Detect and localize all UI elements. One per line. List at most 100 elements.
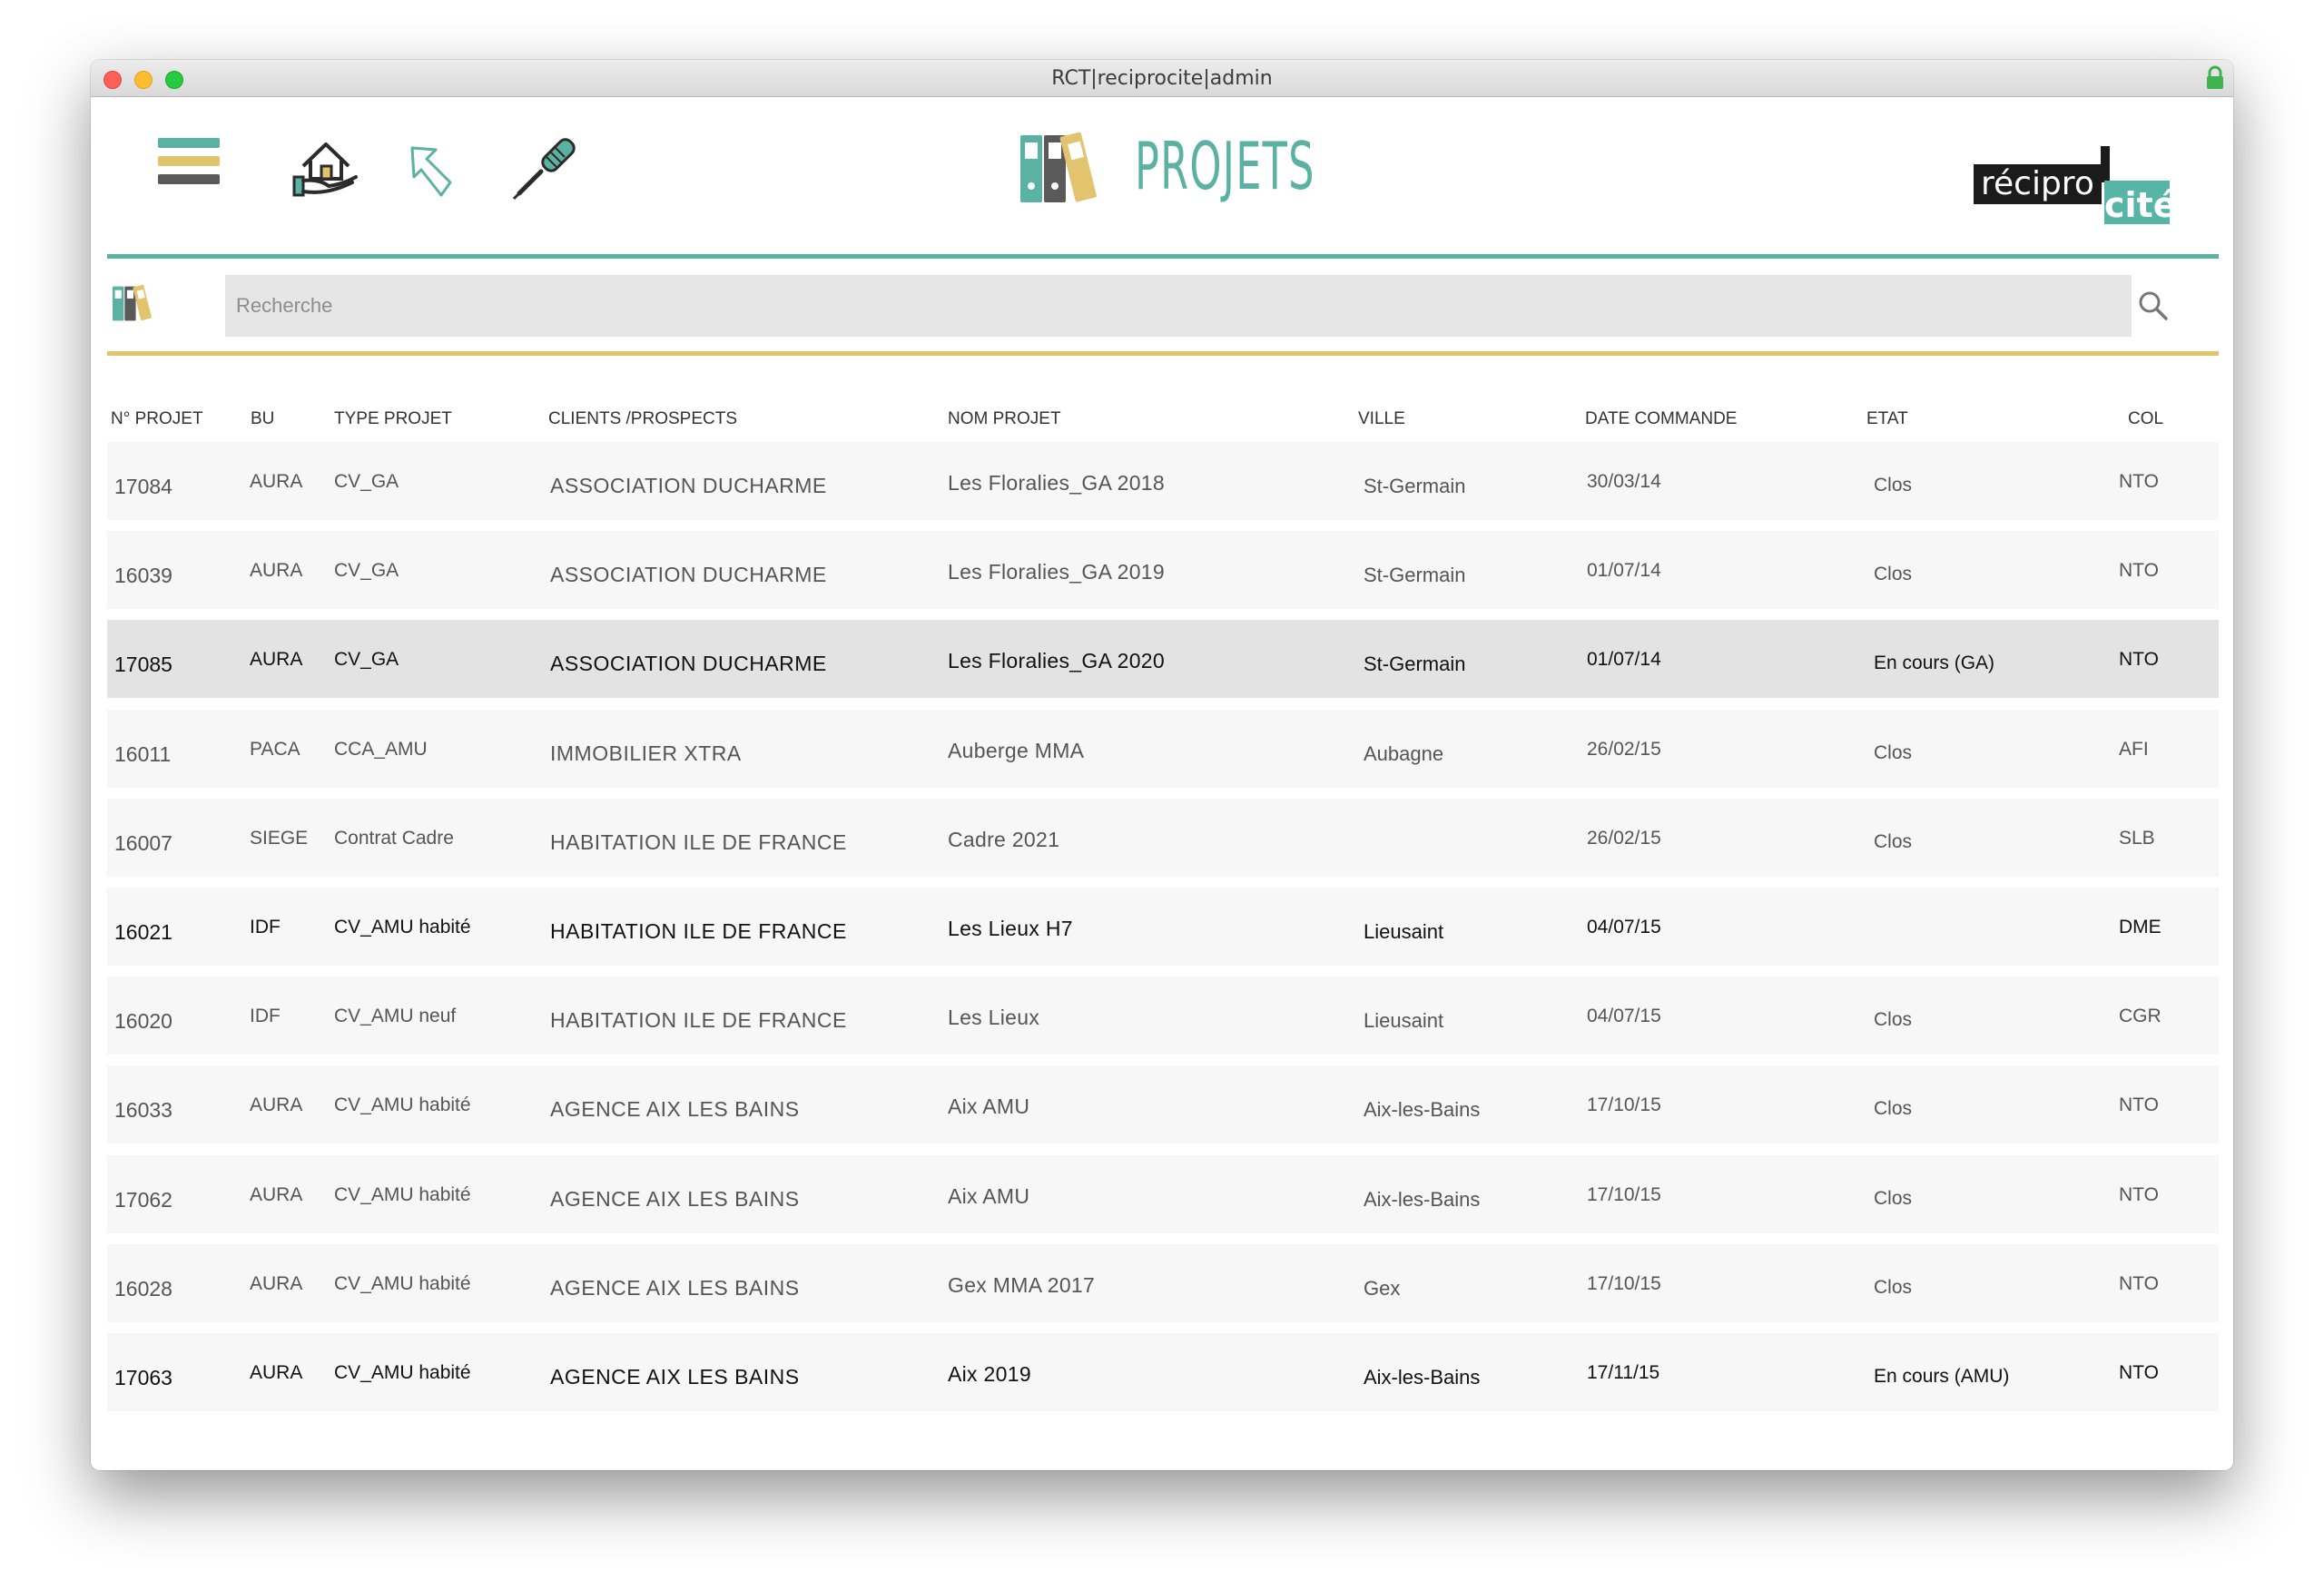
cell-order-date: 17/10/15 — [1587, 1272, 1661, 1294]
table-row[interactable]: 16020 IDF CV_AMU neuf HABITATION ILE DE FRA… — [107, 977, 2219, 1055]
cell-project-type: CV_AMU habité — [334, 1094, 471, 1116]
cell-collaborator: NTO — [2119, 649, 2159, 671]
cell-client-name: ASSOCIATION DUCHARME — [550, 652, 827, 676]
menu-icon[interactable] — [158, 138, 220, 185]
table-row[interactable]: 17062 AURA CV_AMU habité AGENCE AIX LES BAI… — [107, 1154, 2219, 1233]
cell-project-type: CV_GA — [334, 560, 399, 582]
cell-project-number: 17084 — [114, 475, 172, 498]
cell-client-name: IMMOBILIER XTRA — [550, 741, 742, 765]
cell-order-date: 04/07/15 — [1587, 1006, 1661, 1027]
cell-project-number: 17085 — [114, 653, 172, 677]
back-arrow-icon[interactable] — [409, 142, 459, 201]
cell-project-number: 16011 — [114, 741, 172, 766]
table-row[interactable]: 17085 AURA CV_GA ASSOCIATION DUCHARME Les Fl… — [107, 620, 2219, 699]
cell-city: Aix-les-Bains — [1364, 1098, 1481, 1122]
cell-order-date: 01/07/14 — [1587, 560, 1661, 582]
column-header-nom[interactable]: NOM PROJET — [948, 409, 1061, 429]
cell-business-unit: IDF — [250, 917, 281, 937]
cell-business-unit: AURA — [250, 1183, 303, 1205]
cell-business-unit: PACA — [250, 738, 300, 760]
cell-collaborator: NTO — [2119, 1094, 2159, 1116]
table-row[interactable]: 16039 AURA CV_GA ASSOCIATION DUCHARME Les Fl… — [107, 531, 2219, 610]
window-title: RCT|reciprocite|admin — [1051, 67, 1273, 90]
cell-city: Lieusaint — [1364, 920, 1444, 943]
cell-client-name: HABITATION ILE DE FRANCE — [550, 829, 847, 854]
cell-project-name: Auberge MMA — [948, 738, 1085, 762]
page-title: PROJETS — [1135, 128, 1315, 204]
cell-project-number: 16021 — [114, 920, 172, 944]
cell-city: Gex — [1364, 1276, 1401, 1300]
cell-city: Aix-les-Bains — [1364, 1187, 1481, 1211]
search-input[interactable] — [225, 275, 2132, 337]
cell-project-type: CV_AMU habité — [334, 1362, 471, 1383]
cell-business-unit: AURA — [250, 1094, 303, 1116]
cell-city: Aix-les-Bains — [1364, 1366, 1481, 1389]
cell-city: St-Germain — [1364, 653, 1466, 676]
cell-status: Clos — [1874, 830, 1913, 852]
column-header-client[interactable]: CLIENTS /PROSPECTS — [548, 409, 737, 429]
table-row[interactable]: 16028 AURA CV_AMU habité AGENCE AIX LES BAI… — [107, 1243, 2219, 1322]
table-row[interactable]: 17084 AURA CV_GA ASSOCIATION DUCHARME Les Fl… — [107, 442, 2219, 520]
cell-status: Clos — [1874, 564, 1913, 585]
cell-project-type: CV_AMU habité — [334, 1272, 471, 1294]
cell-project-name: Les Floralies_GA 2020 — [948, 649, 1165, 673]
cell-client-name: AGENCE AIX LES BAINS — [550, 1365, 800, 1389]
cell-project-number: 16028 — [114, 1276, 172, 1300]
cell-project-name: Les Lieux — [948, 1006, 1040, 1030]
cell-project-type: CV_GA — [334, 471, 399, 492]
cell-order-date: 17/10/15 — [1587, 1183, 1661, 1205]
cell-client-name: ASSOCIATION DUCHARME — [550, 474, 827, 497]
cell-collaborator: NTO — [2119, 1272, 2159, 1294]
cell-status: Clos — [1874, 1098, 1913, 1120]
cell-city: Aubagne — [1364, 741, 1444, 765]
column-header-type[interactable]: TYPE PROJET — [334, 409, 452, 429]
column-header-bu[interactable]: BU — [251, 409, 274, 429]
cell-client-name: HABITATION ILE DE FRANCE — [550, 1008, 847, 1033]
cell-project-name: Aix 2019 — [948, 1362, 1031, 1386]
cell-business-unit: IDF — [250, 1006, 281, 1027]
cell-project-name: Cadre 2021 — [948, 827, 1060, 851]
column-header-num[interactable]: N° PROJET — [111, 409, 203, 429]
cell-project-name: Gex MMA 2017 — [948, 1272, 1096, 1297]
column-header-date[interactable]: DATE COMMANDE — [1585, 409, 1737, 429]
column-header-etat[interactable]: ETAT — [1866, 409, 1908, 429]
table-row[interactable]: 16021 IDF CV_AMU habité HABITATION ILE DE F… — [107, 888, 2219, 966]
table-row[interactable]: 17063 AURA CV_AMU habité AGENCE AIX LES BAI… — [107, 1333, 2219, 1411]
cell-project-name: Aix AMU — [948, 1183, 1030, 1208]
cell-collaborator: DME — [2119, 917, 2162, 937]
column-header-col[interactable]: COL — [2128, 409, 2163, 429]
binders-icon — [1020, 132, 1097, 202]
main-content: PROJETS récipro cité N° PROJET BU TYPE P… — [91, 97, 2233, 1470]
table-row[interactable]: 16007 SIEGE Contrat Cadre HABITATION ILE DE… — [107, 798, 2219, 877]
cell-status: En cours (GA) — [1874, 653, 1995, 674]
cell-order-date: 26/02/15 — [1587, 827, 1661, 849]
cell-collaborator: SLB — [2119, 827, 2155, 849]
cell-project-type: CV_AMU habité — [334, 1183, 471, 1205]
cell-status: En cours (AMU) — [1874, 1366, 2010, 1387]
cell-project-type: Contrat Cadre — [334, 827, 454, 849]
table-row[interactable]: 16033 AURA CV_AMU habité AGENCE AIX LES BAI… — [107, 1065, 2219, 1144]
cell-project-type: CV_AMU habité — [334, 917, 471, 937]
cell-collaborator: NTO — [2119, 471, 2159, 492]
home-icon[interactable] — [292, 135, 359, 199]
header-divider — [107, 254, 2219, 259]
cell-order-date: 30/03/14 — [1587, 471, 1661, 492]
cell-project-number: 16007 — [114, 830, 172, 855]
cell-order-date: 17/11/15 — [1587, 1362, 1660, 1383]
cell-project-name: Les Lieux H7 — [948, 917, 1073, 940]
cell-business-unit: AURA — [250, 649, 303, 671]
cell-business-unit: AURA — [250, 1362, 303, 1383]
cell-project-number: 17063 — [114, 1366, 172, 1389]
cell-business-unit: AURA — [250, 1272, 303, 1294]
cell-business-unit: SIEGE — [250, 827, 309, 849]
cell-client-name: AGENCE AIX LES BAINS — [550, 1275, 800, 1300]
column-header-ville[interactable]: VILLE — [1358, 409, 1405, 429]
app-window: RCT|reciprocite|admin PROJETS récipro ci… — [91, 60, 2233, 1470]
search-icon[interactable] — [2137, 290, 2170, 322]
table-row[interactable]: 16011 PACA CCA_AMU IMMOBILIER XTRA Auberge M… — [107, 709, 2219, 788]
cell-collaborator: NTO — [2119, 1183, 2159, 1205]
screwdriver-icon[interactable] — [508, 133, 581, 202]
cell-project-name: Les Floralies_GA 2018 — [948, 471, 1165, 495]
cell-project-number: 16033 — [114, 1098, 172, 1123]
cell-project-number: 16039 — [114, 564, 172, 588]
